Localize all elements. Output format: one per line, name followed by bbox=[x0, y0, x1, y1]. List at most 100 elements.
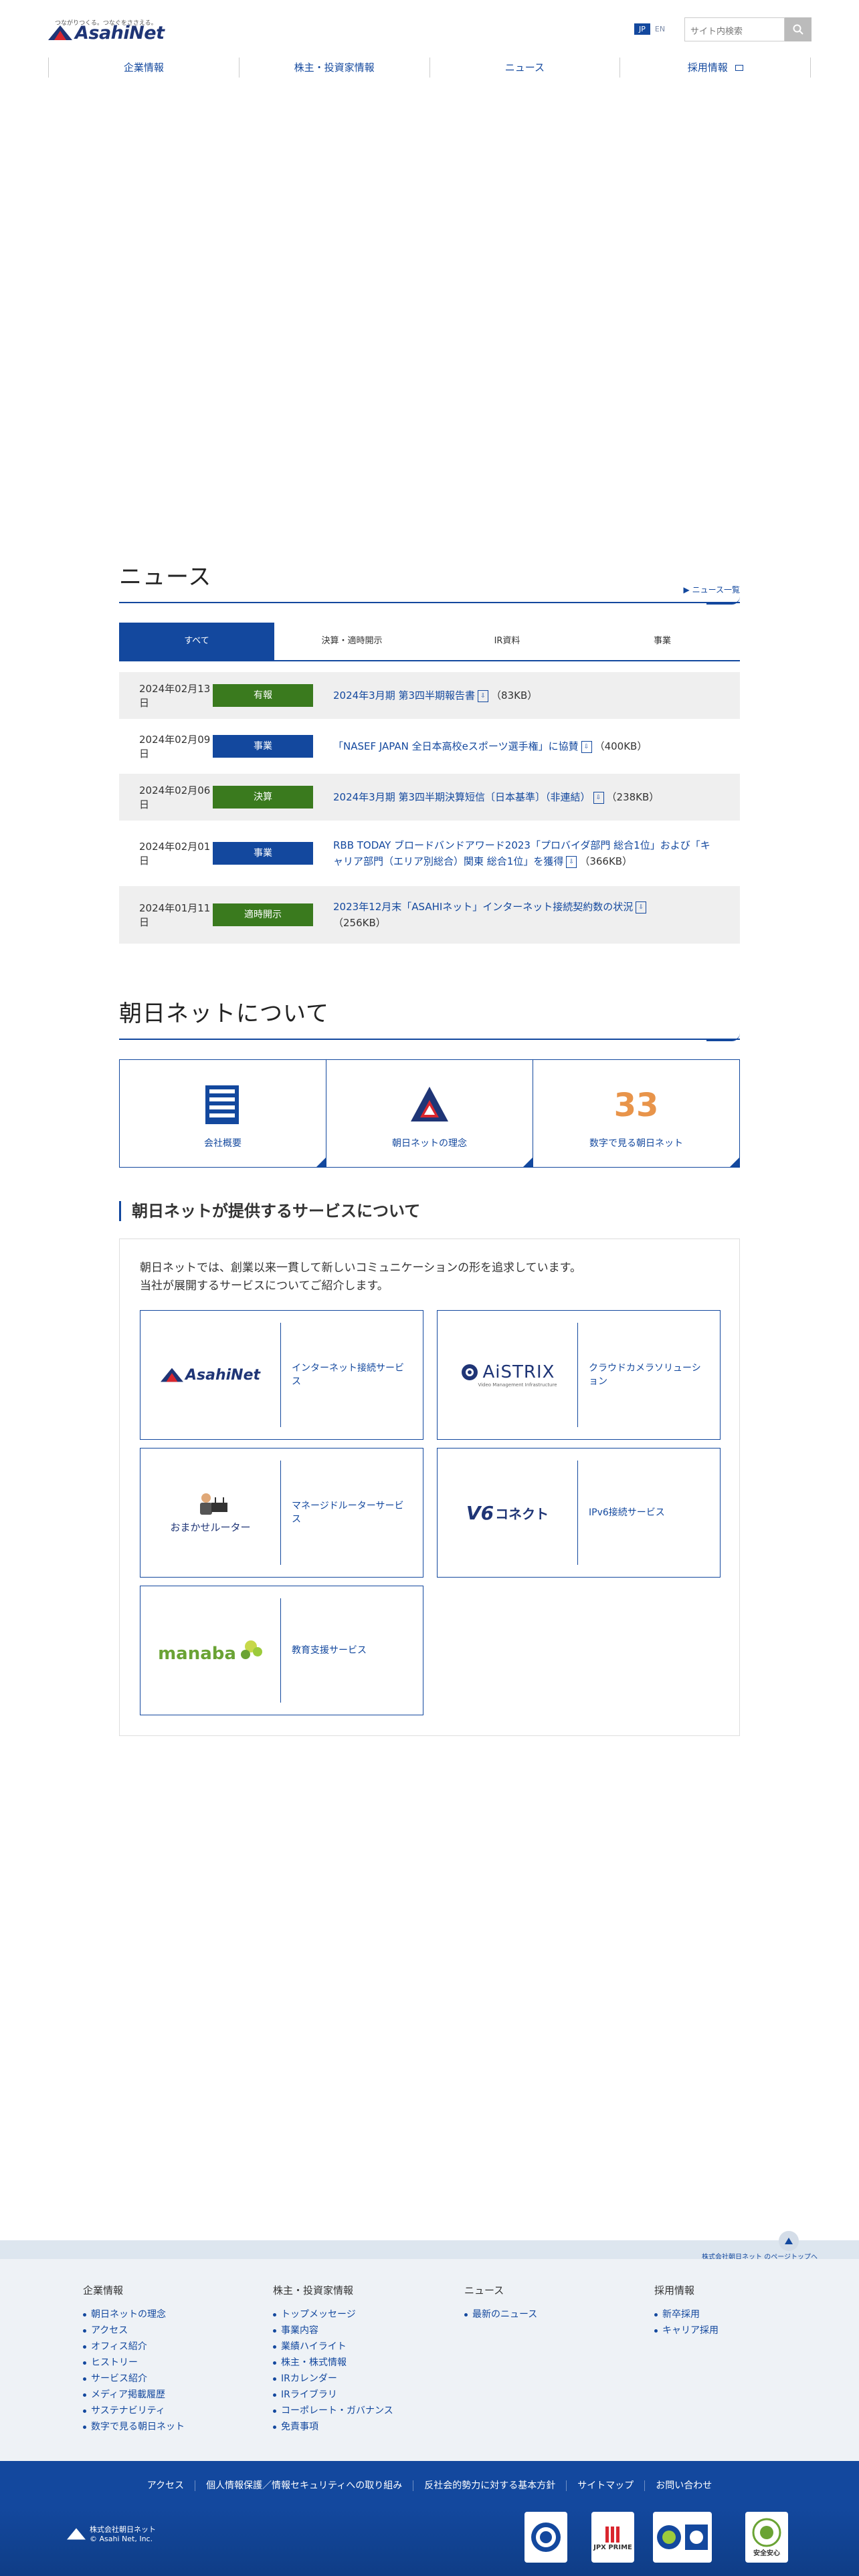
footer-col-title: ニュース bbox=[464, 2284, 504, 2296]
service-logo-sub: Video Management Infrastructure bbox=[478, 1382, 557, 1388]
footer-util-link[interactable]: 反社会的勢力に対する基本方針 bbox=[413, 2480, 567, 2491]
card-company-overview[interactable]: 会社概要 bbox=[120, 1060, 326, 1167]
footer-link[interactable]: 免責事項 bbox=[273, 2419, 393, 2435]
news-item: 2024年02月01日 事業 RBB TODAY ブロードバンドアワード2023… bbox=[119, 825, 740, 886]
service-desc: クラウドカメラソリューション bbox=[589, 1363, 701, 1387]
footer-link[interactable]: IRカレンダー bbox=[273, 2371, 393, 2387]
news-list: 2024年02月13日 有報 2024年3月期 第3四半期報告書 ⇩ （83KB） … bbox=[119, 672, 740, 948]
camera-lens-icon bbox=[461, 1364, 478, 1380]
footer-link[interactable]: トップメッセージ bbox=[273, 2306, 393, 2323]
footer-link[interactable]: 業績ハイライト bbox=[273, 2339, 393, 2355]
service-logo: おまかせルーター bbox=[140, 1461, 281, 1565]
footer-link[interactable]: ヒストリー bbox=[83, 2355, 185, 2371]
title-underline bbox=[119, 602, 740, 605]
card-philosophy[interactable]: 朝日ネットの理念 bbox=[326, 1060, 533, 1167]
footer-link[interactable]: コーポレート・ガバナンス bbox=[273, 2403, 393, 2419]
lang-en[interactable]: EN bbox=[650, 23, 670, 35]
footer-link[interactable]: IRライブラリ bbox=[273, 2387, 393, 2403]
footer-col-title: 採用情報 bbox=[654, 2284, 695, 2296]
pdf-icon: ⇩ bbox=[581, 740, 592, 753]
building-icon bbox=[205, 1085, 239, 1124]
footer-link[interactable]: 株主・株式情報 bbox=[273, 2355, 393, 2371]
news-link[interactable]: RBB TODAY ブロードバンドアワード2023「プロバイダ部門 総合1位」お… bbox=[333, 839, 710, 867]
footer-link[interactable]: サステナビリティ bbox=[83, 2403, 185, 2419]
footer-link[interactable]: オフィス紹介 bbox=[83, 2339, 185, 2355]
service-manaba[interactable]: manaba 教育支援サービス bbox=[140, 1586, 423, 1715]
pdf-icon: ⇩ bbox=[478, 689, 489, 702]
footer-link[interactable]: 朝日ネットの理念 bbox=[83, 2306, 185, 2323]
footer-company: 株式会社朝日ネット © Asahi Net, Inc. bbox=[90, 2525, 156, 2544]
footer-util-link[interactable]: お問い合わせ bbox=[644, 2480, 723, 2491]
news-link[interactable]: 「NASEF JAPAN 全日本高校eスポーツ選手権」に協賛 bbox=[333, 740, 579, 752]
news-more-link[interactable]: ▶ ニュース一覧 bbox=[684, 584, 740, 595]
card-label: 朝日ネットの理念 bbox=[392, 1138, 467, 1149]
footer-bottom: アクセス 個人情報保護／情報セキュリティへの取り組み 反社会的勢力に対する基本方針サ… bbox=[0, 2461, 859, 2576]
footer-link[interactable]: アクセス bbox=[83, 2323, 185, 2339]
v6-logo-icon: V6 bbox=[466, 1501, 494, 1524]
asahinet-mark-icon bbox=[411, 1087, 448, 1121]
news-link[interactable]: 2023年12月末「ASAHIネット」インターネット接続契約数の状況 bbox=[333, 901, 633, 913]
footer-link[interactable]: 最新のニュース bbox=[464, 2306, 537, 2323]
footer-util-link[interactable]: アクセス bbox=[136, 2480, 195, 2491]
service-desc: マネージドルーターサービス bbox=[292, 1501, 404, 1525]
file-size: （238KB） bbox=[606, 791, 660, 803]
nav-company[interactable]: 企業情報 bbox=[48, 58, 239, 78]
service-logo: V6 コネクト bbox=[438, 1461, 578, 1565]
intro-line: 朝日ネットでは、創業以来一貫して新しいコミュニケーションの形を追求しています。 bbox=[140, 1261, 581, 1275]
search-button[interactable] bbox=[785, 17, 812, 41]
corner-arrow-icon bbox=[730, 1158, 739, 1167]
service-asahinet[interactable]: AsahiNet インターネット接続サービス bbox=[140, 1310, 423, 1440]
company-name: 株式会社朝日ネット bbox=[90, 2525, 156, 2534]
footer-link[interactable]: メディア掲載履歴 bbox=[83, 2387, 185, 2403]
service-logo-text: おまかせルーター bbox=[170, 1521, 251, 1533]
card-label: 会社概要 bbox=[204, 1138, 242, 1149]
service-v6connect[interactable]: V6 コネクト IPv6接続サービス bbox=[437, 1448, 721, 1578]
file-size: （256KB） bbox=[333, 917, 386, 929]
file-size: （400KB） bbox=[594, 740, 648, 752]
pdf-icon: ⇩ bbox=[636, 901, 647, 914]
services-section: 朝日ネットが提供するサービスについて 朝日ネットでは、創業以来一貫して新しいコミ… bbox=[119, 1201, 740, 1736]
footer-util-link[interactable]: 個人情報保護／情報セキュリティへの取り組み bbox=[195, 2480, 413, 2491]
pdf-icon: ⇩ bbox=[593, 791, 604, 804]
about-section: 朝日ネットについて 会社概要 朝日ネットの理念 33 数字で見る朝日ネット bbox=[119, 995, 740, 1168]
tab-business[interactable]: 事業 bbox=[585, 623, 740, 660]
footer-util-link[interactable]: サイトマップ bbox=[566, 2480, 645, 2491]
footer-link[interactable]: 新卒採用 bbox=[654, 2306, 719, 2323]
footer-link[interactable]: 事業内容 bbox=[273, 2323, 393, 2339]
service-router[interactable]: おまかせルーター マネージドルーターサービス bbox=[140, 1448, 423, 1578]
service-logo-text: コネクト bbox=[495, 1505, 549, 1522]
nav-news[interactable]: ニュース bbox=[429, 58, 620, 78]
footer-utility-links: アクセス 個人情報保護／情報セキュリティへの取り組み 反社会的勢力に対する基本方針サ… bbox=[0, 2478, 859, 2492]
search-input[interactable]: サイト内検索 bbox=[684, 17, 785, 41]
service-logo: AiSTRIX Video Management Infrastructure bbox=[438, 1323, 578, 1427]
page-top-button[interactable] bbox=[779, 2231, 799, 2251]
footer-col-ir: 株主・投資家情報 トップメッセージ 事業内容 業績ハイライト 株主・株式情報 I… bbox=[273, 2283, 393, 2435]
news-section: ニュース ▶ ニュース一覧 すべて 決算・適時開示 IR資料 事業 2024年0… bbox=[119, 558, 740, 948]
tab-all[interactable]: すべて bbox=[119, 623, 274, 660]
news-link[interactable]: 2024年3月期 第3四半期決算短信〔日本基準〕（非連結） bbox=[333, 791, 591, 803]
footer-col-title: 株主・投資家情報 bbox=[273, 2284, 354, 2296]
news-category: 適時開示 bbox=[213, 903, 313, 926]
news-category: 事業 bbox=[213, 842, 313, 865]
news-tabs: すべて 決算・適時開示 IR資料 事業 bbox=[119, 623, 740, 661]
footer-link[interactable]: 数字で見る朝日ネット bbox=[83, 2419, 185, 2435]
global-nav: 企業情報 株主・投資家情報 ニュース 採用情報 bbox=[48, 58, 811, 78]
asahinet-logo-icon[interactable] bbox=[48, 25, 72, 40]
news-category: 事業 bbox=[213, 735, 313, 758]
nav-ir[interactable]: 株主・投資家情報 bbox=[238, 58, 430, 78]
footer-link[interactable]: サービス紹介 bbox=[83, 2371, 185, 2387]
badge-label: JPX PRIME bbox=[593, 2543, 632, 2551]
tab-ir[interactable]: IR資料 bbox=[430, 623, 585, 660]
card-numbers[interactable]: 33 数字で見る朝日ネット bbox=[533, 1060, 739, 1167]
news-date: 2024年02月13日 bbox=[139, 683, 211, 709]
lang-jp[interactable]: JP bbox=[634, 23, 650, 35]
badge-label: 安全安心 bbox=[753, 2549, 780, 2557]
footer-link[interactable]: キャリア採用 bbox=[654, 2323, 719, 2339]
nav-recruit[interactable]: 採用情報 bbox=[619, 58, 811, 78]
news-date: 2024年01月11日 bbox=[139, 902, 211, 928]
tab-disclosure[interactable]: 決算・適時開示 bbox=[274, 623, 430, 660]
news-link[interactable]: 2024年3月期 第3四半期報告書 bbox=[333, 689, 475, 702]
copyright: © Asahi Net, Inc. bbox=[90, 2535, 153, 2543]
service-aistrix[interactable]: AiSTRIX Video Management Infrastructure … bbox=[437, 1310, 721, 1440]
logo-text[interactable]: AsahiNet bbox=[75, 23, 165, 43]
